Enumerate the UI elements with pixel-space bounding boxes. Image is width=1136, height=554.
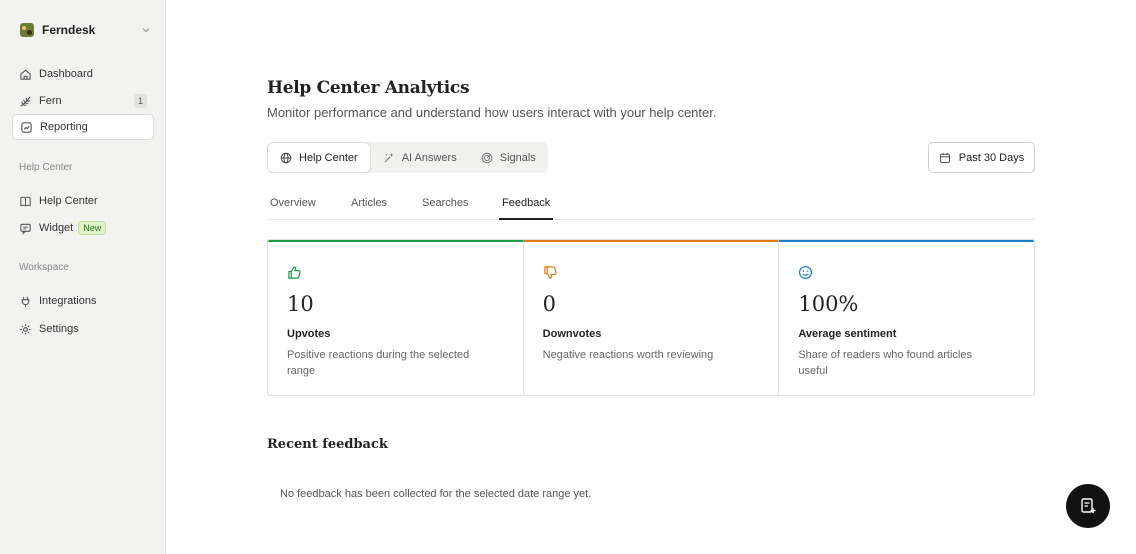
sidebar-item-label: Dashboard	[39, 68, 93, 80]
sidebar-item-integrations[interactable]: Integrations	[12, 288, 154, 314]
sidebar-item-label: Fern	[39, 95, 62, 107]
stat-value: 10	[287, 292, 314, 316]
thumbs-up-icon	[288, 266, 301, 279]
tab-searches[interactable]: Searches	[422, 197, 468, 220]
analytics-segment-control: Help Center AI Answers Signals	[267, 142, 548, 173]
page-title: Help Center Analytics	[267, 78, 470, 98]
tab-articles[interactable]: Articles	[351, 197, 387, 220]
segment-signals[interactable]: Signals	[469, 142, 548, 173]
recent-feedback-empty-message: No feedback has been collected for the s…	[280, 488, 592, 500]
sidebar-item-label: Help Center	[39, 195, 98, 207]
feedback-stats: 10 Upvotes Positive reactions during the…	[267, 239, 1035, 396]
segment-label: Help Center	[299, 151, 358, 164]
fern-icon	[20, 96, 31, 107]
sidebar-item-help-center[interactable]: Help Center	[12, 188, 154, 214]
segment-ai-answers[interactable]: AI Answers	[371, 142, 469, 173]
chat-icon	[20, 223, 31, 235]
recent-feedback-title: Recent feedback	[267, 437, 388, 452]
stat-label: Average sentiment	[798, 328, 897, 340]
stat-card-upvotes: 10 Upvotes Positive reactions during the…	[268, 240, 524, 395]
thumbs-down-icon	[543, 266, 557, 279]
workspace-switcher[interactable]: Ferndesk	[12, 18, 154, 42]
stat-label: Downvotes	[542, 328, 602, 340]
sparkle-icon	[384, 152, 394, 162]
sidebar-item-reporting[interactable]: Reporting	[12, 114, 154, 140]
sidebar-item-widget[interactable]: Widget New	[12, 215, 154, 241]
main-content: Help Center Analytics Monitor performanc…	[166, 0, 1136, 554]
section-heading-workspace: Workspace	[19, 262, 69, 273]
stat-description: Positive reactions during the selected r…	[287, 349, 470, 377]
workspace-name: Ferndesk	[42, 23, 96, 37]
globe-icon	[280, 152, 292, 163]
sidebar-item-fern[interactable]: Fern 1	[12, 88, 154, 114]
page-subtitle: Monitor performance and understand how u…	[267, 105, 717, 120]
segment-label: Signals	[499, 151, 536, 164]
workspace-logo-icon	[20, 23, 34, 37]
chevron-down-icon	[142, 28, 150, 33]
sidebar-item-dashboard[interactable]: Dashboard	[12, 61, 154, 87]
sidebar-item-label: Widget	[39, 222, 74, 234]
segment-label: AI Answers	[401, 151, 457, 164]
tab-overview[interactable]: Overview	[270, 197, 316, 220]
sidebar: Ferndesk Dashboard Fern 1 Reporting Help…	[0, 0, 166, 554]
section-heading-help-center: Help Center	[19, 162, 73, 173]
stat-label: Upvotes	[287, 328, 331, 340]
sidebar-item-label: Integrations	[39, 295, 97, 307]
book-icon	[20, 196, 31, 206]
date-range-button[interactable]: Past 30 Days	[928, 142, 1035, 173]
new-badge: New	[78, 221, 107, 235]
sidebar-item-label: Reporting	[40, 121, 88, 133]
count-badge: 1	[134, 94, 147, 108]
stat-value: 100%	[798, 292, 859, 316]
stat-card-average-sentiment: 100% Average sentiment Share of readers …	[779, 240, 1034, 395]
compose-icon	[1081, 498, 1096, 513]
home-icon	[20, 69, 31, 80]
stat-value: 0	[542, 292, 557, 316]
sidebar-item-settings[interactable]: Settings	[12, 316, 154, 342]
stat-description: Negative reactions worth reviewing	[542, 349, 714, 361]
report-tabs: Overview Articles Searches Feedback	[267, 190, 1035, 220]
signal-icon	[481, 152, 493, 163]
chart-icon	[21, 121, 32, 133]
gear-icon	[20, 323, 31, 335]
plug-icon	[21, 296, 30, 307]
calendar-icon	[939, 152, 950, 163]
sidebar-item-label: Settings	[39, 323, 79, 335]
tab-feedback[interactable]: Feedback	[499, 197, 554, 220]
date-range-label: Past 30 Days	[958, 151, 1025, 164]
segment-help-center[interactable]: Help Center	[267, 142, 371, 173]
smile-icon	[799, 265, 813, 280]
stat-card-downvotes: 0 Downvotes Negative reactions worth rev…	[523, 240, 780, 395]
stat-description: Share of readers who found articles usef…	[798, 349, 972, 377]
compose-button[interactable]	[1066, 484, 1110, 528]
